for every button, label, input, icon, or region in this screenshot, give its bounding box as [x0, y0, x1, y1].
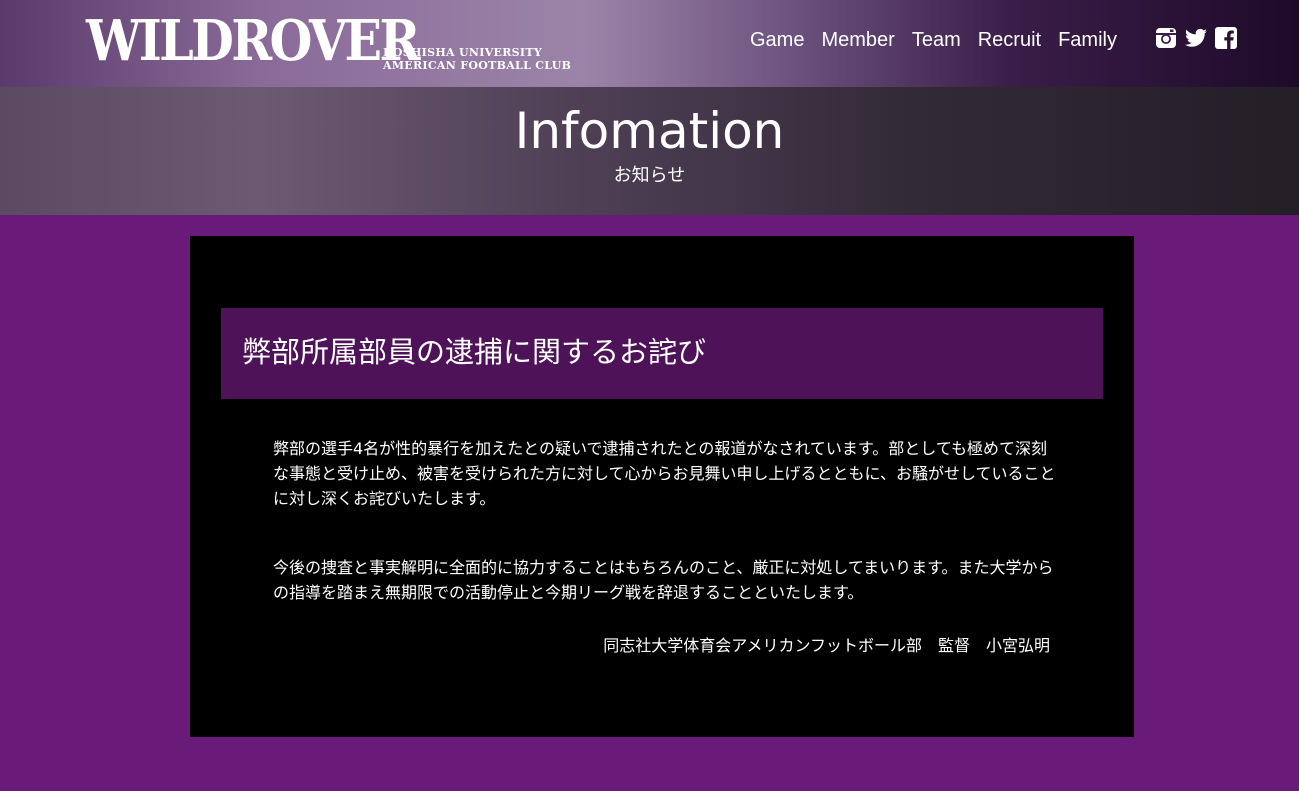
notice-paragraph-1: 弊部の選手4名が性的暴行を加えたとの疑いで逮捕されたとの報道がなされています。部… [273, 439, 1056, 508]
page-banner: Infomation お知らせ [0, 87, 1299, 215]
nav-item-member[interactable]: Member [821, 26, 894, 54]
notice-title: 弊部所属部員の逮捕に関するお詫び [242, 335, 707, 369]
instagram-icon[interactable] [1154, 26, 1178, 50]
site-header: WILDROVER DOSHISHA UNIVERSITY AMERICAN F… [0, 0, 1299, 87]
notice-signature: 同志社大学体育会アメリカンフットボール部 監督 小宮弘明 [603, 636, 1050, 655]
social-links [1154, 26, 1244, 50]
facebook-icon[interactable] [1214, 26, 1238, 50]
nav-item-team[interactable]: Team [912, 26, 961, 54]
main-nav: Game Member Team Recruit Family [750, 26, 1134, 54]
nav-item-game[interactable]: Game [750, 26, 804, 54]
logo-subtitle-line2: AMERICAN FOOTBALL CLUB [383, 59, 572, 72]
page-subtitle: お知らせ [613, 165, 686, 186]
notice-panel: 弊部所属部員の逮捕に関するお詫び 弊部の選手4名が性的暴行を加えたとの疑いで逮捕… [190, 236, 1134, 737]
nav-item-family[interactable]: Family [1058, 26, 1117, 54]
logo-wordmark[interactable]: WILDROVER [86, 8, 420, 74]
twitter-icon[interactable] [1184, 26, 1208, 50]
nav-item-recruit[interactable]: Recruit [978, 26, 1041, 54]
notice-paragraph-2: 今後の捜査と事実解明に全面的に協力することはもちろんのこと、厳正に対処してまいり… [273, 558, 1054, 602]
logo-subtitle: DOSHISHA UNIVERSITY AMERICAN FOOTBALL CL… [383, 46, 571, 72]
page-title: Infomation [514, 102, 785, 160]
notice-header: 弊部所属部員の逮捕に関するお詫び [221, 308, 1103, 399]
logo-subtitle-line1: DOSHISHA UNIVERSITY [383, 46, 542, 59]
